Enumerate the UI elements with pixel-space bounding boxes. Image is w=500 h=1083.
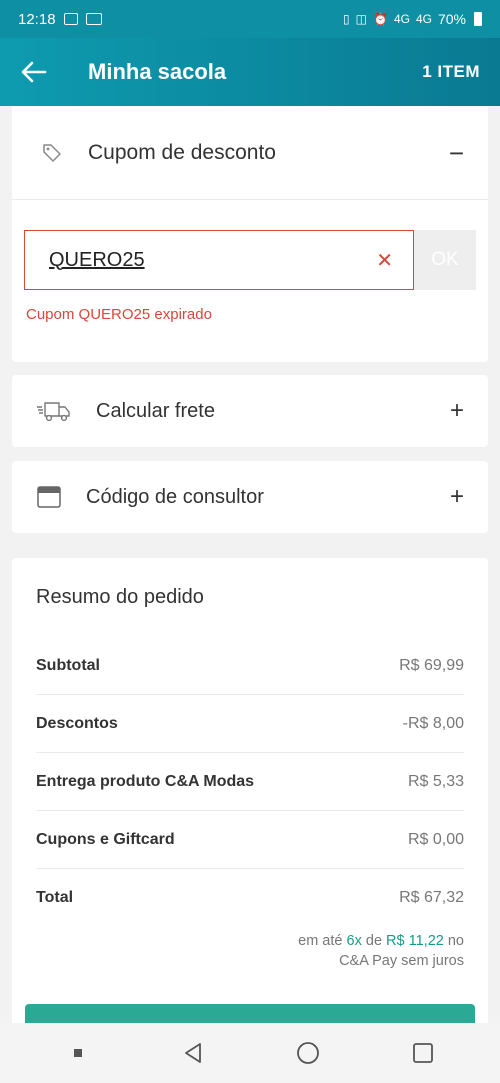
clear-icon[interactable]: ✕ xyxy=(376,248,393,273)
order-summary-card: Resumo do pedido Subtotal R$ 69,99 Desco… xyxy=(12,558,488,1028)
battery-percent: 70% xyxy=(437,11,466,27)
installments-amount: R$ 11,22 xyxy=(386,933,444,949)
summary-row-subtotal: Subtotal R$ 69,99 xyxy=(36,637,464,695)
expand-plus-icon[interactable]: + xyxy=(450,485,464,509)
coupon-error-message: Cupom QUERO25 expirado xyxy=(26,306,212,323)
summary-label: Entrega produto C&A Modas xyxy=(36,772,255,790)
store-icon xyxy=(36,484,62,510)
battery-icon xyxy=(474,12,482,26)
installments-line2: C&A Pay sem juros xyxy=(339,953,464,969)
nav-home-icon[interactable] xyxy=(288,1033,328,1073)
summary-label: Cupons e Giftcard xyxy=(36,830,175,848)
collapse-minus-icon[interactable]: − xyxy=(449,140,464,166)
installments-suffix: no xyxy=(447,933,464,949)
page-title: Minha sacola xyxy=(88,59,227,84)
app-bar: Minha sacola 1 ITEM xyxy=(0,38,500,106)
summary-row-total: Total R$ 67,32 xyxy=(36,869,464,927)
item-count-badge[interactable]: 1 ITEM xyxy=(422,62,480,82)
summary-label: Subtotal xyxy=(36,656,100,674)
nav-recents-icon[interactable] xyxy=(403,1033,443,1073)
summary-value: -R$ 8,00 xyxy=(402,714,464,732)
nav-back-icon[interactable] xyxy=(173,1033,213,1073)
truck-icon xyxy=(36,399,72,423)
back-arrow-icon[interactable] xyxy=(20,58,48,86)
summary-value: R$ 0,00 xyxy=(407,830,464,848)
shipping-card[interactable]: Calcular frete + xyxy=(12,375,488,447)
coupon-header[interactable]: Cupom de desconto − xyxy=(12,106,488,200)
tag-icon xyxy=(42,143,62,163)
signal-icon: 4G xyxy=(415,12,432,26)
installments-info: em até 6x de R$ 11,22 no C&A Pay sem jur… xyxy=(36,931,464,971)
coupon-input-row: QUERO25 ✕ OK xyxy=(24,230,476,290)
consultant-card[interactable]: Código de consultor + xyxy=(12,461,488,533)
installments-prefix: em até xyxy=(298,933,343,949)
summary-row-delivery: Entrega produto C&A Modas R$ 5,33 xyxy=(36,753,464,811)
summary-label: Total xyxy=(36,889,74,906)
screen-cast-icon xyxy=(85,13,102,25)
coupon-input[interactable]: QUERO25 ✕ xyxy=(24,230,414,290)
expand-plus-icon[interactable]: + xyxy=(450,399,464,423)
coupon-card: Cupom de desconto − QUERO25 ✕ OK Cupom Q… xyxy=(12,106,488,362)
ok-button[interactable]: OK xyxy=(414,230,476,290)
summary-value: R$ 5,33 xyxy=(407,772,464,790)
coupon-code-value: QUERO25 xyxy=(49,248,145,271)
vibrate-icon: ▯ xyxy=(343,12,350,26)
summary-row-discounts: Descontos -R$ 8,00 xyxy=(36,695,464,753)
summary-title: Resumo do pedido xyxy=(36,586,204,608)
installments-count: 6x xyxy=(346,933,362,949)
consultant-title: Código de consultor xyxy=(86,485,264,508)
status-time: 12:18 xyxy=(18,10,56,28)
shipping-title: Calcular frete xyxy=(96,399,215,422)
coupon-title: Cupom de desconto xyxy=(88,140,276,164)
alarm-icon: ⏰ xyxy=(372,12,388,26)
installments-middle: de xyxy=(365,933,383,949)
volte-icon: ◫ xyxy=(355,12,367,26)
summary-value: R$ 69,99 xyxy=(399,656,464,674)
nav-menu-icon[interactable] xyxy=(58,1033,98,1073)
status-bar: 12:18 ▯ ◫ ⏰ 4G 4G 70% xyxy=(0,0,500,38)
notification-icon xyxy=(63,13,78,25)
signal-icon: 4G xyxy=(393,12,410,26)
summary-value: R$ 67,32 xyxy=(399,889,464,906)
summary-label: Descontos xyxy=(36,714,118,732)
system-nav-bar xyxy=(0,1023,500,1083)
summary-row-coupons: Cupons e Giftcard R$ 0,00 xyxy=(36,811,464,869)
